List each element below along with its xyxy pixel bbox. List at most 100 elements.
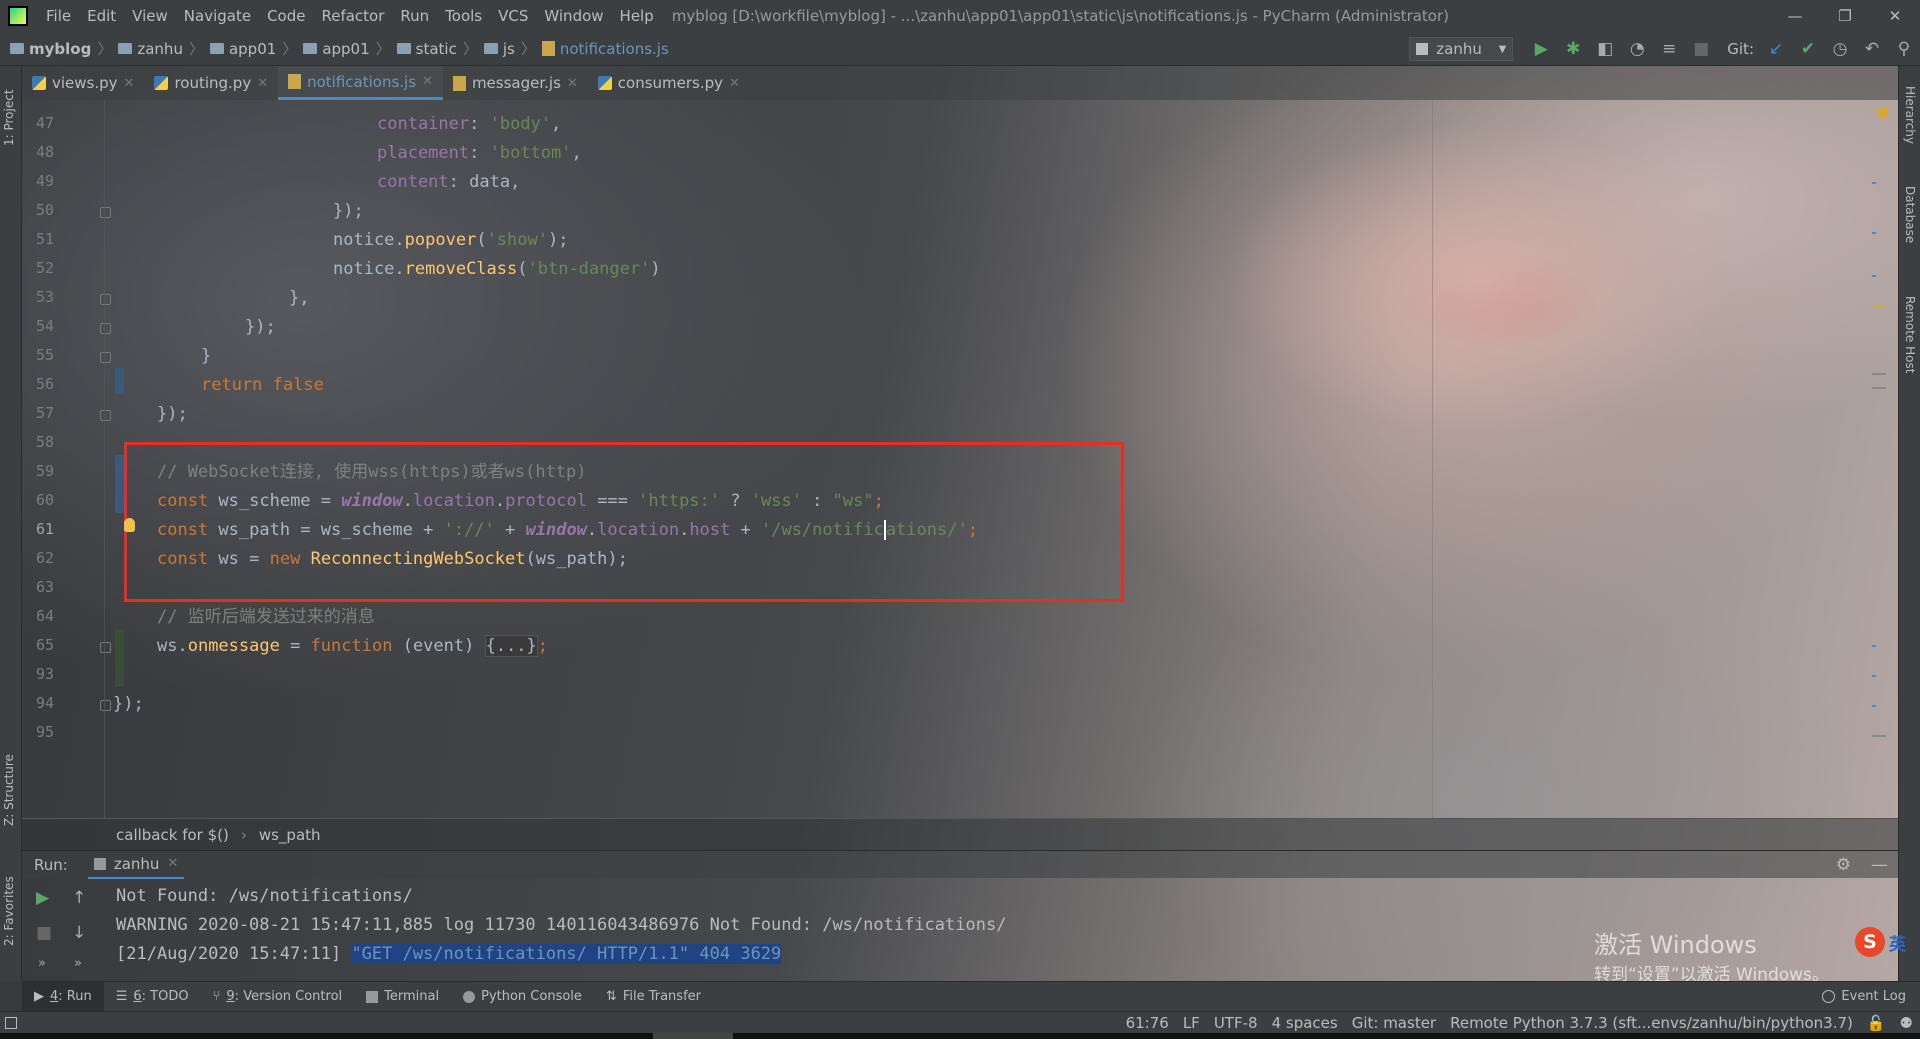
profile-icon[interactable]: ◔ xyxy=(1621,39,1653,59)
hierarchy-tool-tab[interactable]: Hierarchy xyxy=(1903,86,1917,144)
menu-code[interactable]: Code xyxy=(259,0,313,32)
nav-crumb-app01-inner[interactable]: app01 xyxy=(303,40,370,58)
run-console-output[interactable]: Not Found: /ws/notifications/WARNING 202… xyxy=(116,882,1006,969)
file-encoding[interactable]: UTF-8 xyxy=(1207,1014,1265,1032)
menu-tools[interactable]: Tools xyxy=(437,0,490,32)
taskbar-active-app[interactable] xyxy=(653,1033,733,1039)
more-actions-icon[interactable]: » xyxy=(38,956,46,971)
menu-view[interactable]: View xyxy=(124,0,176,32)
nav-crumb-app01[interactable]: app01 xyxy=(209,40,276,58)
close-icon[interactable]: ✕ xyxy=(567,76,578,91)
menu-run[interactable]: Run xyxy=(392,0,437,32)
stop-icon[interactable]: ■ xyxy=(1685,39,1717,59)
fold-marker-icon[interactable] xyxy=(100,352,111,363)
warning-indicator-icon[interactable] xyxy=(1878,108,1888,118)
tool-tab-file-transfer[interactable]: ⇅ File Transfer xyxy=(594,982,713,1012)
vcs-change-marker[interactable] xyxy=(115,455,124,513)
project-tool-tab[interactable]: 1: Project xyxy=(2,89,16,146)
stripe-marker[interactable] xyxy=(1872,305,1886,307)
indent-setting[interactable]: 4 spaces xyxy=(1265,1014,1345,1032)
database-tool-tab[interactable]: Database xyxy=(1903,186,1917,243)
nav-crumb-zanhu[interactable]: zanhu xyxy=(118,40,183,58)
nav-crumb-js[interactable]: js xyxy=(483,40,515,58)
stripe-marker[interactable] xyxy=(1872,705,1876,707)
ime-indicator[interactable]: S 英 xyxy=(1855,925,1910,959)
close-icon[interactable]: ✕ xyxy=(422,74,433,89)
stripe-marker[interactable] xyxy=(1872,735,1886,737)
hide-panel-icon[interactable]: — xyxy=(1871,855,1888,875)
close-icon[interactable]: ✕ xyxy=(729,76,740,91)
stripe-marker[interactable] xyxy=(1872,275,1876,277)
menu-refactor[interactable]: Refactor xyxy=(313,0,392,32)
more-actions-icon[interactable]: » xyxy=(74,956,82,971)
fold-marker-icon[interactable] xyxy=(100,207,111,218)
favorites-tool-tab[interactable]: 2: Favorites xyxy=(2,876,16,946)
run-tab-zanhu[interactable]: zanhu ✕ xyxy=(87,851,185,879)
tool-tab-version-control[interactable]: ⑂ 9: Version Control xyxy=(201,982,355,1012)
tool-tab-terminal[interactable]: Terminal xyxy=(354,982,451,1012)
stripe-marker[interactable] xyxy=(1872,387,1886,389)
git-commit-icon[interactable]: ✔ xyxy=(1792,39,1824,59)
debug-icon[interactable]: ✱ xyxy=(1557,39,1589,59)
close-button[interactable]: ✕ xyxy=(1870,0,1920,32)
git-update-icon[interactable]: ↙ xyxy=(1760,39,1792,59)
vcs-change-marker[interactable] xyxy=(115,368,124,394)
remote-host-tool-tab[interactable]: Remote Host xyxy=(1903,296,1917,373)
folded-region[interactable]: {...} xyxy=(484,635,538,657)
toggle-tool-windows-icon[interactable] xyxy=(0,1012,22,1034)
python-interpreter[interactable]: Remote Python 3.7.3 (sft...envs/zanhu/bi… xyxy=(1443,1014,1860,1032)
inspector-icon[interactable]: ⚉ xyxy=(1893,1014,1920,1032)
scroll-down-icon[interactable]: ↓ xyxy=(72,923,86,943)
breadcrumb-callback[interactable]: callback for $() xyxy=(116,826,229,844)
stripe-marker[interactable] xyxy=(1872,373,1886,375)
line-separator[interactable]: LF xyxy=(1176,1014,1207,1032)
gear-icon[interactable]: ⚙ xyxy=(1836,855,1851,875)
caret-position[interactable]: 61:76 xyxy=(1119,1014,1176,1032)
tool-tab-python-console[interactable]: Python Console xyxy=(451,982,594,1012)
structure-tool-tab[interactable]: Z: Structure xyxy=(2,754,16,826)
stripe-marker[interactable] xyxy=(1872,232,1876,234)
stop-icon[interactable]: ■ xyxy=(36,923,52,943)
fold-marker-icon[interactable] xyxy=(100,410,111,421)
minimize-button[interactable]: — xyxy=(1770,0,1820,32)
close-icon[interactable]: ✕ xyxy=(167,856,178,871)
fold-marker-icon[interactable] xyxy=(100,294,111,305)
stripe-marker[interactable] xyxy=(1872,182,1876,184)
menu-edit[interactable]: Edit xyxy=(79,0,124,32)
menu-navigate[interactable]: Navigate xyxy=(176,0,259,32)
coverage-icon[interactable]: ◧ xyxy=(1589,39,1621,59)
tab-notifications-js[interactable]: notifications.js ✕ xyxy=(278,66,443,100)
stripe-marker[interactable] xyxy=(1872,675,1876,677)
fold-marker-icon[interactable] xyxy=(100,700,111,711)
tool-tab-todo[interactable]: ☰ 6: TODO xyxy=(104,982,201,1012)
scroll-up-icon[interactable]: ↑ xyxy=(72,888,86,908)
fold-marker-icon[interactable] xyxy=(100,323,111,334)
close-icon[interactable]: ✕ xyxy=(124,76,135,91)
menu-file[interactable]: File xyxy=(38,0,79,32)
run-icon[interactable]: ▶ xyxy=(1525,39,1557,59)
menu-vcs[interactable]: VCS xyxy=(490,0,536,32)
tab-routing-py[interactable]: routing.py ✕ xyxy=(144,66,278,100)
nav-crumb-project[interactable]: myblog xyxy=(10,40,91,58)
event-log-button[interactable]: Event Log xyxy=(1822,989,1906,1004)
tab-messager-js[interactable]: messager.js ✕ xyxy=(443,66,588,100)
intention-bulb-icon[interactable] xyxy=(124,518,135,532)
vcs-added-marker[interactable] xyxy=(115,629,124,687)
search-everywhere-icon[interactable]: ⚲ xyxy=(1888,39,1920,59)
menu-help[interactable]: Help xyxy=(612,0,662,32)
nav-crumb-static[interactable]: static xyxy=(396,40,457,58)
run-configuration-select[interactable]: zanhu ▼ xyxy=(1409,37,1514,61)
tab-views-py[interactable]: views.py ✕ xyxy=(22,66,144,100)
concurrency-icon[interactable]: ≡ xyxy=(1653,39,1685,59)
git-rollback-icon[interactable]: ↶ xyxy=(1856,39,1888,59)
close-icon[interactable]: ✕ xyxy=(257,76,268,91)
stripe-marker[interactable] xyxy=(1872,645,1876,647)
menu-window[interactable]: Window xyxy=(536,0,611,32)
nav-crumb-file[interactable]: notifications.js xyxy=(541,40,669,58)
rerun-icon[interactable]: ▶ xyxy=(36,888,49,908)
tool-tab-run[interactable]: ▶ 4: Run xyxy=(22,981,104,1012)
restore-button[interactable]: ❐ xyxy=(1820,0,1870,32)
lock-icon[interactable]: 🔓 xyxy=(1860,1014,1893,1032)
git-branch[interactable]: Git: master xyxy=(1345,1014,1443,1032)
expand-fold-icon[interactable] xyxy=(100,642,111,653)
